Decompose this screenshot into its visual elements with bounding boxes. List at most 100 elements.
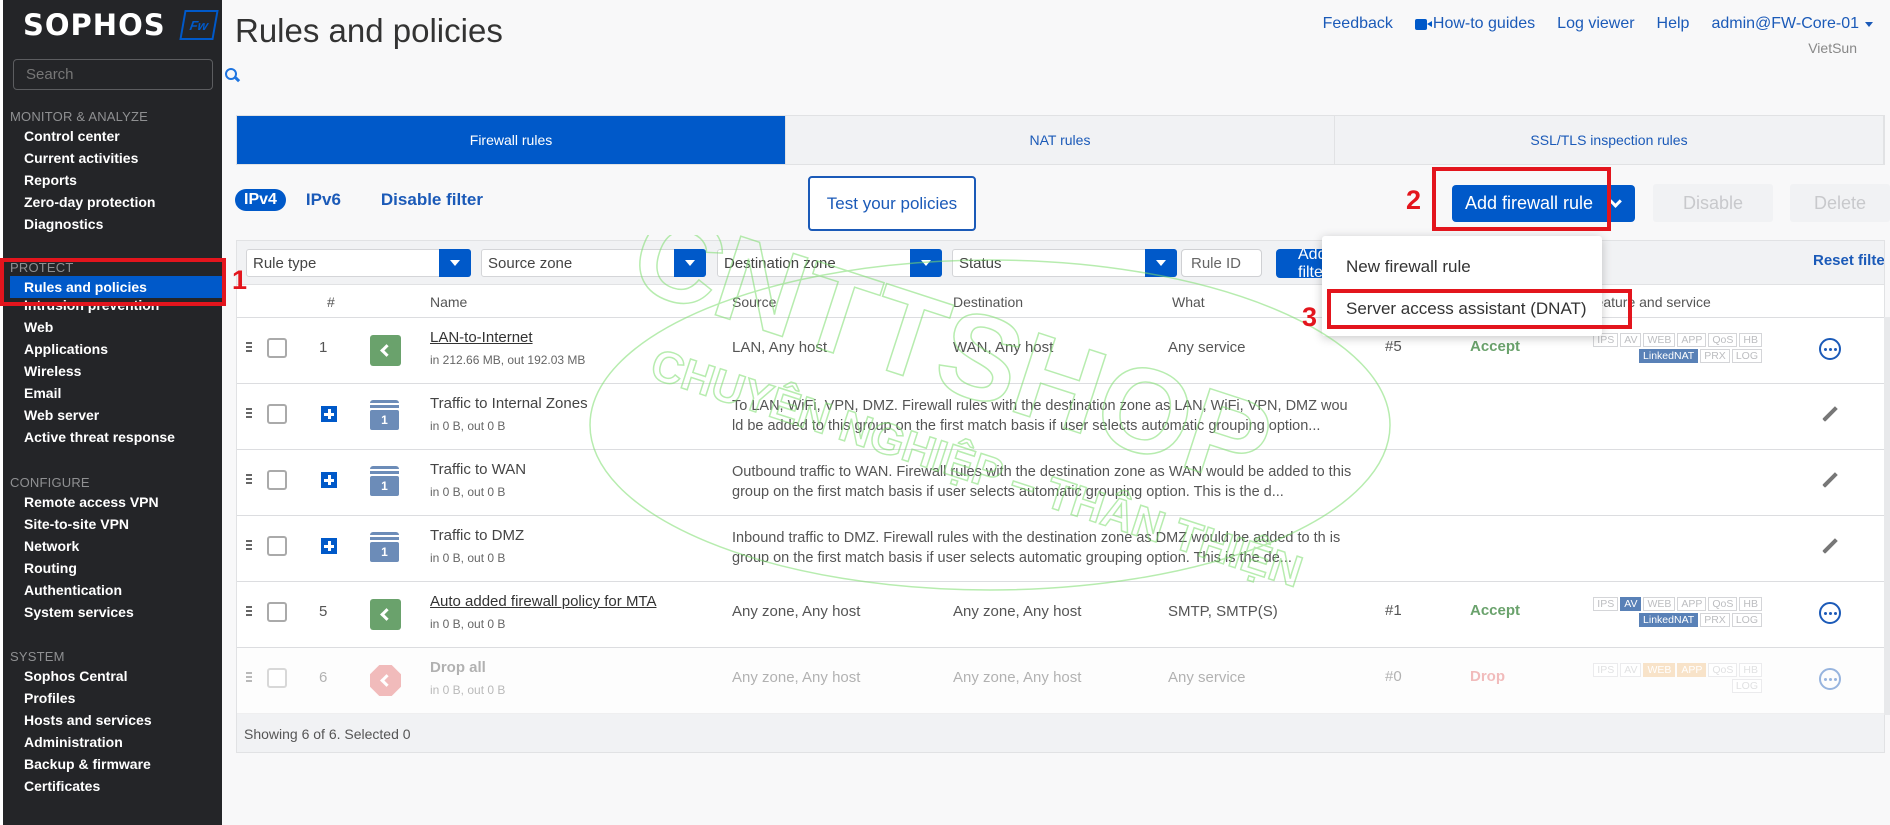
dropdown-arrow-icon — [439, 249, 471, 277]
edit-pencil-icon[interactable] — [1820, 406, 1840, 426]
rule-id: #5 — [1385, 338, 1402, 355]
rule-id-input[interactable] — [1181, 249, 1262, 277]
annotation-number-1: 1 — [232, 265, 248, 295]
sidebar-search[interactable] — [13, 59, 237, 90]
nav-item-web-server[interactable]: Web server — [10, 404, 223, 426]
table-scrollbar[interactable] — [1884, 317, 1890, 715]
tab-ssl-tls-inspection-rules[interactable]: SSL/TLS inspection rules — [1335, 116, 1884, 164]
expand-group-icon[interactable] — [321, 406, 337, 422]
table-row-disabled[interactable]: 6 Drop all in 0 B, out 0 B Any zone, Any… — [237, 648, 1884, 714]
edit-pencil-icon[interactable] — [1820, 538, 1840, 558]
drag-handle-icon[interactable] — [246, 474, 252, 484]
accept-rule-icon — [370, 599, 401, 630]
nav-item-email[interactable]: Email — [10, 382, 223, 404]
table-row[interactable]: 5 Auto added firewall policy for MTA in … — [237, 582, 1884, 648]
annotation-number-3: 3 — [1302, 302, 1318, 332]
table-row-group[interactable]: 1 Traffic to Internal Zones in 0 B, out … — [237, 384, 1884, 450]
menu-item-new-firewall-rule[interactable]: New firewall rule — [1322, 246, 1602, 288]
help-link[interactable]: Help — [1657, 15, 1690, 33]
table-row-group[interactable]: 1 Traffic to DMZ in 0 B, out 0 B Inbound… — [237, 516, 1884, 582]
destination-zone-filter[interactable]: Destination zone — [717, 249, 942, 277]
rule-what: SMTP, SMTP(S) — [1168, 603, 1278, 620]
row-checkbox[interactable] — [267, 470, 287, 490]
more-options-icon[interactable] — [1819, 668, 1841, 690]
rule-what: Any service — [1168, 669, 1246, 686]
group-count: 1 — [370, 542, 399, 562]
feedback-link[interactable]: Feedback — [1323, 15, 1393, 33]
filter-bar: Rule type Source zone Destination zone S… — [236, 240, 1885, 284]
nav-item-remote-access-vpn[interactable]: Remote access VPN — [10, 491, 223, 513]
search-input[interactable] — [26, 66, 225, 83]
sophos-logo[interactable]: SOPHOS Fw — [23, 8, 219, 42]
nav-item-site-to-site-vpn[interactable]: Site-to-site VPN — [10, 513, 223, 535]
drag-handle-icon[interactable] — [246, 408, 252, 418]
disable-filter-link[interactable]: Disable filter — [381, 190, 483, 210]
row-checkbox[interactable] — [267, 404, 287, 424]
nav-item-routing[interactable]: Routing — [10, 557, 223, 579]
delete-button[interactable]: Delete — [1790, 184, 1890, 222]
drag-handle-icon[interactable] — [246, 672, 252, 682]
feature-badge-av: AV — [1620, 597, 1642, 611]
row-checkbox[interactable] — [267, 668, 287, 688]
reset-filter-link[interactable]: Reset filter — [1813, 252, 1884, 269]
status-filter[interactable]: Status — [952, 249, 1177, 277]
nav-item-wireless[interactable]: Wireless — [10, 360, 223, 382]
user-label: admin@FW-Core-01 — [1711, 15, 1859, 32]
expand-group-icon[interactable] — [321, 538, 337, 554]
user-menu[interactable]: admin@FW-Core-01 — [1711, 15, 1873, 33]
test-your-policies-button[interactable]: Test your policies — [808, 176, 976, 231]
nav-item-control-center[interactable]: Control center — [10, 125, 223, 147]
nav-item-reports[interactable]: Reports — [10, 169, 223, 191]
howto-guides-link[interactable]: How-to guides — [1414, 15, 1535, 33]
rule-name-link[interactable]: LAN-to-Internet — [430, 329, 533, 346]
nav-item-web[interactable]: Web — [10, 316, 223, 338]
table-row[interactable]: 1 LAN-to-Internet in 212.66 MB, out 192.… — [237, 318, 1884, 384]
log-viewer-link[interactable]: Log viewer — [1557, 15, 1634, 33]
rule-destination: WAN, Any host — [953, 339, 1054, 356]
rule-name[interactable]: Drop all — [430, 659, 486, 676]
nav-item-profiles[interactable]: Profiles — [10, 687, 223, 709]
nav-item-system-services[interactable]: System services — [10, 601, 223, 623]
nav-item-administration[interactable]: Administration — [10, 731, 223, 753]
feature-badge-qos: QoS — [1708, 333, 1738, 347]
rule-type-filter[interactable]: Rule type — [246, 249, 471, 277]
nav-item-current-activities[interactable]: Current activities — [10, 147, 223, 169]
ipv4-toggle[interactable]: IPv4 — [235, 189, 286, 211]
drag-handle-icon[interactable] — [246, 606, 252, 616]
feature-badge-log: LOG — [1731, 349, 1762, 363]
tab-nat-rules[interactable]: NAT rules — [786, 116, 1335, 164]
feature-badge-app: APP — [1677, 663, 1707, 677]
nav-item-backup-firmware[interactable]: Backup & firmware — [10, 753, 223, 775]
row-checkbox[interactable] — [267, 602, 287, 622]
source-zone-filter[interactable]: Source zone — [481, 249, 706, 277]
col-source: Source — [732, 294, 777, 310]
group-description: To LAN, WiFi, VPN, DMZ. Firewall rules w… — [732, 398, 1348, 434]
more-options-icon[interactable] — [1819, 602, 1841, 624]
expand-group-icon[interactable] — [321, 472, 337, 488]
more-options-icon[interactable] — [1819, 338, 1841, 360]
video-camera-icon — [1414, 18, 1432, 30]
nav-item-hosts-and-services[interactable]: Hosts and services — [10, 709, 223, 731]
group-traffic-stats: in 0 B, out 0 B — [430, 419, 506, 433]
feature-badge-app: APP — [1677, 597, 1707, 611]
nav-item-network[interactable]: Network — [10, 535, 223, 557]
drag-handle-icon[interactable] — [246, 540, 252, 550]
drag-handle-icon[interactable] — [246, 342, 252, 352]
row-checkbox[interactable] — [267, 536, 287, 556]
ipv6-toggle[interactable]: IPv6 — [306, 190, 341, 210]
nav-item-diagnostics[interactable]: Diagnostics — [10, 213, 223, 235]
edit-pencil-icon[interactable] — [1820, 472, 1840, 492]
rule-traffic-stats: in 0 B, out 0 B — [430, 617, 506, 631]
nav-item-certificates[interactable]: Certificates — [10, 775, 223, 797]
disable-button[interactable]: Disable — [1653, 184, 1773, 222]
nav-item-sophos-central[interactable]: Sophos Central — [10, 665, 223, 687]
row-checkbox[interactable] — [267, 338, 287, 358]
rule-name-link[interactable]: Auto added firewall policy for MTA — [430, 593, 657, 610]
tab-firewall-rules[interactable]: Firewall rules — [237, 116, 786, 164]
nav-item-authentication[interactable]: Authentication — [10, 579, 223, 601]
nav-item-zero-day-protection[interactable]: Zero-day protection — [10, 191, 223, 213]
nav-item-active-threat-response[interactable]: Active threat response — [10, 426, 223, 448]
nav-item-applications[interactable]: Applications — [10, 338, 223, 360]
annotation-number-2: 2 — [1406, 185, 1422, 215]
table-row-group[interactable]: 1 Traffic to WAN in 0 B, out 0 B Outboun… — [237, 450, 1884, 516]
